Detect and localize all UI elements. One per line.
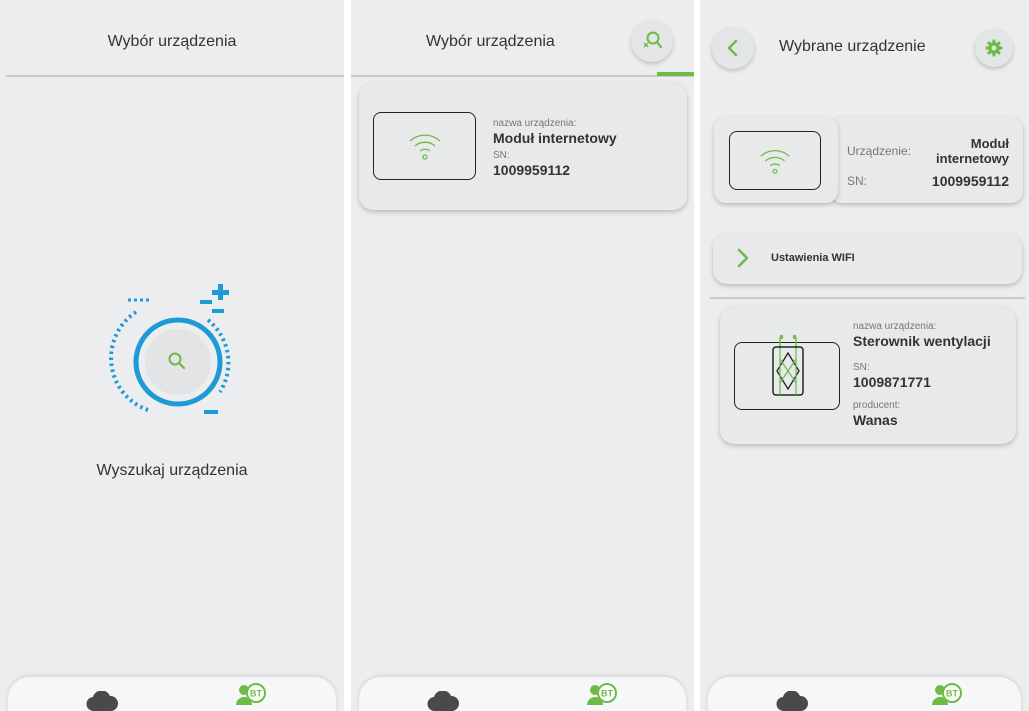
selected-device-image-card xyxy=(714,117,838,203)
controller-sn-label: SN: xyxy=(853,362,870,373)
bottom-nav: BT xyxy=(708,677,1021,711)
cloud-icon[interactable] xyxy=(776,691,808,711)
svg-text:BT: BT xyxy=(250,689,262,699)
page-title: Wybrane urządzenie xyxy=(779,38,926,55)
search-devices-label: Wyszukaj urządzenia xyxy=(96,462,248,479)
device-image-frame xyxy=(729,131,821,190)
user-bluetooth-icon[interactable]: BT xyxy=(587,683,617,705)
user-bluetooth-icon[interactable]: BT xyxy=(932,683,962,705)
search-clear-icon xyxy=(643,31,663,49)
panel-device-list: Wybór urządzenia nazwa urządzenia: Moduł… xyxy=(351,0,694,711)
wifi-icon xyxy=(760,150,790,174)
wifi-settings-row[interactable]: Ustawienia WIFI xyxy=(713,233,1022,284)
settings-button[interactable] xyxy=(975,29,1013,67)
gear-icon xyxy=(985,39,1003,57)
device-card[interactable]: nazwa urządzenia: Moduł internetowy SN: … xyxy=(359,83,687,210)
panel-search: Wybór urządzenia Wyszukaj urządzenia BT xyxy=(0,0,344,711)
producer: Wanas xyxy=(853,412,898,428)
svg-text:BT: BT xyxy=(946,689,958,699)
header-divider xyxy=(6,75,344,77)
controller-image-frame xyxy=(734,335,840,410)
svg-text:BT: BT xyxy=(601,689,613,699)
device-name-label: nazwa urządzenia: xyxy=(493,118,577,129)
chevron-right-icon xyxy=(737,248,749,268)
controller-card[interactable]: nazwa urządzenia: Sterownik wentylacji S… xyxy=(720,307,1016,444)
chevron-left-icon xyxy=(727,39,738,57)
section-divider xyxy=(710,297,1025,299)
active-tab-indicator xyxy=(657,72,694,76)
device-image-frame xyxy=(373,112,476,180)
cloud-icon[interactable] xyxy=(427,691,459,711)
cloud-icon[interactable] xyxy=(86,691,118,711)
device-name-line2: internetowy xyxy=(936,151,1009,166)
controller-name: Sterownik wentylacji xyxy=(853,333,991,349)
bottom-nav: BT xyxy=(359,677,686,711)
user-bluetooth-icon[interactable]: BT xyxy=(236,683,266,705)
search-clear-button[interactable] xyxy=(631,20,673,62)
controller-sn: 1009871771 xyxy=(853,374,931,390)
back-button[interactable] xyxy=(712,27,754,69)
page-title: Wybór urządzenia xyxy=(107,33,237,50)
selected-device-info: Urządzenie: Moduł internetowy SN: 100995… xyxy=(830,117,1023,203)
device-label: Urządzenie: xyxy=(847,144,912,158)
search-devices-button[interactable] xyxy=(108,282,248,422)
header-divider xyxy=(351,75,694,77)
device-name-line1: Moduł xyxy=(970,136,1009,151)
wifi-icon xyxy=(409,134,441,160)
bottom-nav: BT xyxy=(8,677,336,711)
device-sn: 1009959112 xyxy=(931,173,1009,189)
panel-selected-device: Wybrane urządzenie Urządzenie: Moduł int… xyxy=(700,0,1029,711)
wifi-settings-label: Ustawienia WIFI xyxy=(771,252,855,264)
device-name: Moduł internetowy xyxy=(493,130,617,146)
device-sn-label: SN: xyxy=(847,174,868,188)
producer-label: producent: xyxy=(853,400,901,411)
page-title: Wybór urządzenia xyxy=(426,33,555,50)
device-sn: 1009959112 xyxy=(493,162,571,178)
device-sn-label: SN: xyxy=(493,150,510,161)
search-dial-icon xyxy=(109,284,231,414)
controller-name-label: nazwa urządzenia: xyxy=(853,321,937,332)
ventilation-unit-icon xyxy=(772,335,804,396)
